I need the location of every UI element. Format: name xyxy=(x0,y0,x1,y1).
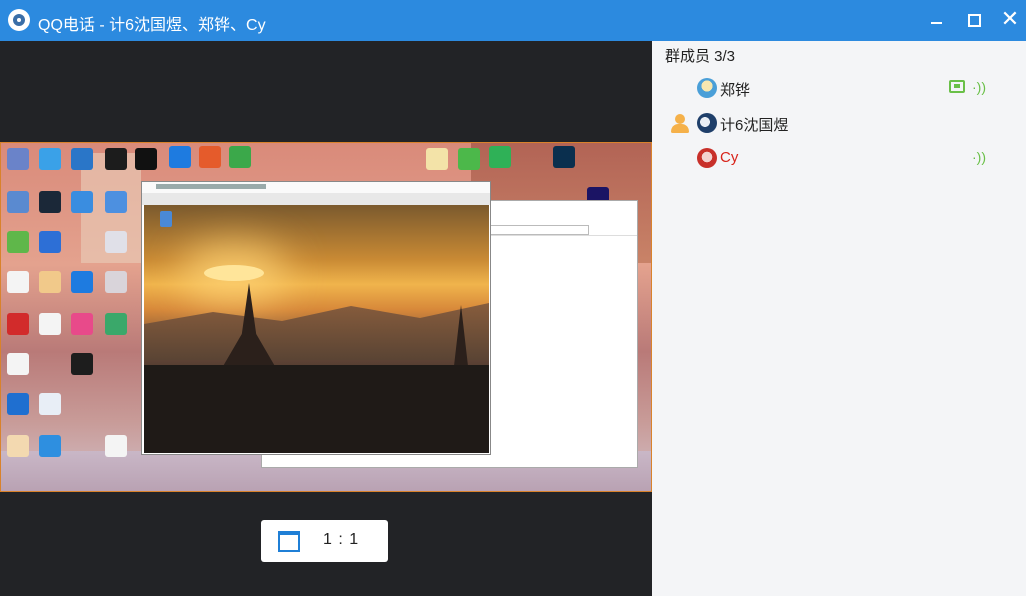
avatar xyxy=(697,78,717,98)
desktop-shortcut-icon xyxy=(39,231,61,253)
screen-share-icon xyxy=(949,80,965,93)
recycle-bin-icon xyxy=(160,211,172,227)
desktop-shortcut-icon xyxy=(229,146,251,168)
desktop-shortcut-icon xyxy=(426,148,448,170)
desktop-shortcut-icon xyxy=(105,148,127,170)
member-name: 郑铧 xyxy=(720,82,751,99)
desktop-shortcut-icon xyxy=(71,353,93,375)
member-panel: 群成员 3/3 郑铧 ·)) 计6沈国煜 Cy ·)) xyxy=(652,41,1026,596)
close-icon: ✕ xyxy=(1000,6,1020,31)
desktop-shortcut-icon xyxy=(169,146,191,168)
desktop-shortcut-icon xyxy=(199,146,221,168)
desktop-shortcut-icon xyxy=(489,146,511,168)
desktop-shortcut-icon xyxy=(7,148,29,170)
shared-screen-view[interactable] xyxy=(0,142,652,492)
desktop-shortcut-icon xyxy=(71,148,93,170)
desktop-shortcut-icon xyxy=(7,353,29,375)
desktop-shortcut-icon xyxy=(135,148,157,170)
desktop-shortcut-icon xyxy=(105,271,127,293)
desktop-shortcut-icon xyxy=(39,148,61,170)
desktop-shortcut-icon xyxy=(105,435,127,457)
member-row[interactable]: 郑铧 ·)) xyxy=(652,73,1026,103)
wallpaper-foreground xyxy=(144,365,489,453)
desktop-shortcut-icon xyxy=(71,191,93,213)
wallpaper-hills xyxy=(144,303,489,360)
desktop-shortcut-icon xyxy=(7,231,29,253)
shared-remote-wallpaper xyxy=(144,205,489,453)
desktop-shortcut-icon xyxy=(71,313,93,335)
video-area: 1 : 1 xyxy=(0,41,652,596)
member-name: Cy xyxy=(720,149,739,166)
desktop-shortcut-icon xyxy=(39,393,61,415)
member-count-header: 群成员 3/3 xyxy=(665,48,736,65)
title-bar: QQ电话 - 计6沈国煜、郑铧、Cy ✕ xyxy=(0,0,1026,41)
desktop-shortcut-icon xyxy=(7,271,29,293)
desktop-shortcut-icon xyxy=(39,191,61,213)
close-button[interactable]: ✕ xyxy=(996,6,1024,34)
desktop-shortcut-icon xyxy=(7,393,29,415)
wallpaper-sun xyxy=(204,265,264,281)
maximize-button[interactable] xyxy=(959,6,987,34)
desktop-shortcut-icon xyxy=(39,435,61,457)
shared-remote-desktop-toolbar xyxy=(142,193,490,205)
avatar xyxy=(697,113,717,133)
qq-call-logo-icon xyxy=(8,9,30,31)
desktop-shortcut-icon xyxy=(105,191,127,213)
speaking-icon: ·)) xyxy=(972,79,986,95)
aspect-ratio-label: 1 : 1 xyxy=(323,531,360,548)
minimize-button[interactable] xyxy=(922,6,950,34)
aspect-ratio-button[interactable]: 1 : 1 xyxy=(261,520,388,562)
shared-remote-desktop-title xyxy=(156,184,266,189)
member-name: 计6沈国煜 xyxy=(720,117,789,134)
desktop-shortcut-icon xyxy=(71,271,93,293)
host-icon xyxy=(670,114,690,134)
desktop-shortcut-icon xyxy=(105,231,127,253)
desktop-shortcut-icon xyxy=(7,191,29,213)
desktop-shortcut-icon xyxy=(105,313,127,335)
desktop-shortcut-icon xyxy=(458,148,480,170)
window-ratio-icon xyxy=(278,531,300,552)
shared-remote-desktop-window xyxy=(141,181,491,455)
desktop-shortcut-icon xyxy=(39,271,61,293)
desktop-shortcut-icon xyxy=(7,313,29,335)
window-title: QQ电话 - 计6沈国煜、郑铧、Cy xyxy=(38,17,266,34)
desktop-shortcut-icon xyxy=(39,313,61,335)
maximize-icon xyxy=(968,14,981,27)
member-row[interactable]: Cy ·)) xyxy=(652,143,1026,173)
avatar xyxy=(697,148,717,168)
shared-remote-desktop-titlebar xyxy=(142,182,490,193)
speaking-icon: ·)) xyxy=(972,149,986,165)
member-row[interactable]: 计6沈国煜 xyxy=(652,108,1026,138)
minimize-icon xyxy=(931,22,942,24)
desktop-shortcut-icon xyxy=(7,435,29,457)
desktop-shortcut-icon xyxy=(553,146,575,168)
